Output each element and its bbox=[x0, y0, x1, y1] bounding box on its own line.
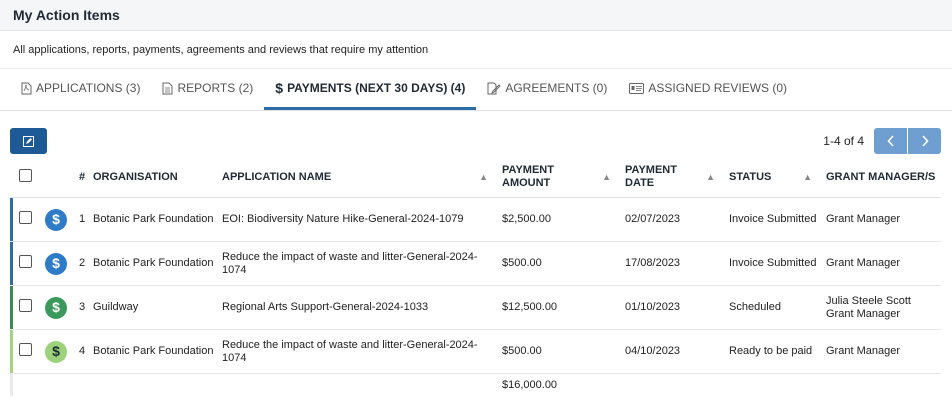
row-application-name[interactable]: Regional Arts Support-General-2024-1033 bbox=[218, 285, 498, 330]
tab-bar: APPLICATIONS (3) REPORTS (2) $ PAYMENTS … bbox=[0, 69, 952, 111]
column-header-status[interactable]: STATUS ▲ bbox=[725, 157, 822, 198]
sort-icon: ▲ bbox=[803, 171, 812, 182]
column-header-payment-date[interactable]: PAYMENT DATE ▲ bbox=[621, 157, 725, 198]
chevron-left-icon bbox=[886, 135, 894, 147]
row-select-cell bbox=[13, 329, 41, 374]
row-payment-amount: $500.00 bbox=[498, 241, 621, 286]
row-status: Scheduled bbox=[725, 285, 822, 330]
row-grant-manager: Grant Manager bbox=[822, 197, 941, 242]
pager-range: 1-4 of 4 bbox=[823, 134, 864, 148]
edit-icon bbox=[23, 135, 34, 147]
dollar-icon: $ bbox=[275, 80, 284, 96]
row-number: 4 bbox=[75, 329, 89, 374]
row-checkbox[interactable] bbox=[19, 299, 32, 312]
row-icon-cell: $ bbox=[41, 241, 75, 286]
column-header-payment-amount[interactable]: PAYMENT AMOUNT ▲ bbox=[498, 157, 621, 198]
row-number: 3 bbox=[75, 285, 89, 330]
tab-agreements-label: AGREEMENTS (0) bbox=[505, 81, 608, 95]
tab-assigned-reviews-label: ASSIGNED REVIEWS (0) bbox=[648, 81, 788, 95]
panel-subtitle: All applications, reports, payments, agr… bbox=[0, 31, 952, 69]
signature-icon bbox=[487, 82, 501, 95]
column-header-organisation[interactable]: ORGANISATION bbox=[89, 157, 218, 198]
row-icon-cell: $ bbox=[41, 197, 75, 242]
row-icon-cell: $ bbox=[41, 285, 75, 330]
table-row[interactable]: $2 Botanic Park Foundation Reduce the impa… bbox=[10, 241, 941, 286]
edit-button[interactable] bbox=[10, 128, 47, 154]
next-page-button[interactable] bbox=[908, 128, 941, 154]
row-status: Invoice Submitted bbox=[725, 241, 822, 286]
chevron-right-icon bbox=[921, 135, 929, 147]
sort-icon: ▲ bbox=[706, 171, 715, 182]
row-select-cell bbox=[13, 285, 41, 330]
column-header-application-name-label: APPLICATION NAME bbox=[222, 170, 332, 183]
table-row[interactable]: $4 Botanic Park Foundation Reduce the impa… bbox=[10, 329, 941, 374]
pager bbox=[874, 128, 941, 154]
row-icon-cell: $ bbox=[41, 329, 75, 374]
table-toolbar: 1-4 of 4 bbox=[0, 128, 952, 154]
row-application-name[interactable]: Reduce the impact of waste and litter-Ge… bbox=[218, 329, 498, 374]
sort-icon: ▲ bbox=[479, 171, 488, 182]
previous-page-button[interactable] bbox=[874, 128, 907, 154]
row-payment-date: 01/10/2023 bbox=[621, 285, 725, 330]
document-icon bbox=[162, 82, 173, 95]
tab-applications-label: APPLICATIONS (3) bbox=[36, 81, 141, 95]
row-grant-manager: Julia Steele Scott Grant Manager bbox=[822, 285, 941, 330]
payment-dollar-icon: $ bbox=[45, 296, 67, 319]
row-status: Invoice Submitted bbox=[725, 197, 822, 242]
row-checkbox[interactable] bbox=[19, 343, 32, 356]
tab-payments[interactable]: $ PAYMENTS (NEXT 30 DAYS) (4) bbox=[264, 69, 477, 110]
row-application-name[interactable]: Reduce the impact of waste and litter-Ge… bbox=[218, 241, 498, 286]
row-number: 1 bbox=[75, 197, 89, 242]
row-select-cell bbox=[13, 197, 41, 242]
row-grant-manager: Grant Manager bbox=[822, 329, 941, 374]
column-header-grant-managers[interactable]: GRANT MANAGER/S bbox=[822, 157, 941, 198]
table-header-row: # ORGANISATION APPLICATION NAME ▲ PAYMEN… bbox=[10, 157, 941, 198]
select-all-checkbox[interactable] bbox=[19, 168, 32, 182]
table-row[interactable]: $1 Botanic Park Foundation EOI: Biodiversi… bbox=[10, 197, 941, 242]
payments-table: # ORGANISATION APPLICATION NAME ▲ PAYMEN… bbox=[10, 157, 941, 396]
column-header-payment-amount-label: PAYMENT AMOUNT bbox=[502, 164, 554, 189]
row-checkbox[interactable] bbox=[19, 211, 32, 224]
row-payment-amount: $12,500.00 bbox=[498, 285, 621, 330]
row-grant-manager: Grant Manager bbox=[822, 241, 941, 286]
payment-dollar-icon: $ bbox=[45, 208, 67, 231]
tab-assigned-reviews[interactable]: ASSIGNED REVIEWS (0) bbox=[618, 69, 798, 110]
row-organisation: Guildway bbox=[89, 285, 218, 330]
row-select-cell bbox=[13, 241, 41, 286]
row-status: Ready to be paid bbox=[725, 329, 822, 374]
row-organisation: Botanic Park Foundation bbox=[89, 197, 218, 242]
row-payment-amount: $2,500.00 bbox=[498, 197, 621, 242]
row-organisation: Botanic Park Foundation bbox=[89, 241, 218, 286]
tab-applications[interactable]: APPLICATIONS (3) bbox=[10, 69, 151, 110]
pdf-file-icon bbox=[21, 82, 32, 95]
row-organisation: Botanic Park Foundation bbox=[89, 329, 218, 374]
payment-dollar-icon: $ bbox=[45, 252, 67, 275]
tab-agreements[interactable]: AGREEMENTS (0) bbox=[476, 69, 618, 110]
id-card-icon bbox=[629, 82, 645, 94]
column-header-payment-date-label: PAYMENT DATE bbox=[625, 164, 677, 189]
row-payment-amount: $500.00 bbox=[498, 329, 621, 374]
payment-total: $16,000.00 bbox=[502, 378, 558, 391]
table-row[interactable]: $3 Guildway Regional Arts Support-General-… bbox=[10, 285, 941, 330]
tab-reports-label: REPORTS (2) bbox=[177, 81, 254, 95]
row-number: 2 bbox=[75, 241, 89, 286]
payment-dollar-icon: $ bbox=[45, 340, 67, 363]
panel-title: My Action Items bbox=[0, 0, 952, 31]
total-row: $16,000.00 bbox=[10, 373, 941, 396]
sort-icon: ▲ bbox=[602, 171, 611, 182]
column-header-number: # bbox=[75, 157, 89, 198]
column-header-application-name[interactable]: APPLICATION NAME ▲ bbox=[218, 157, 498, 198]
column-header-status-label: STATUS bbox=[729, 170, 772, 183]
tab-payments-label: PAYMENTS (NEXT 30 DAYS) (4) bbox=[287, 81, 466, 95]
row-payment-date: 04/10/2023 bbox=[621, 329, 725, 374]
row-checkbox[interactable] bbox=[19, 255, 32, 268]
tab-reports[interactable]: REPORTS (2) bbox=[151, 69, 264, 110]
row-payment-date: 17/08/2023 bbox=[621, 241, 725, 286]
row-payment-date: 02/07/2023 bbox=[621, 197, 725, 242]
row-application-name[interactable]: EOI: Biodiversity Nature Hike-General-20… bbox=[218, 197, 498, 242]
